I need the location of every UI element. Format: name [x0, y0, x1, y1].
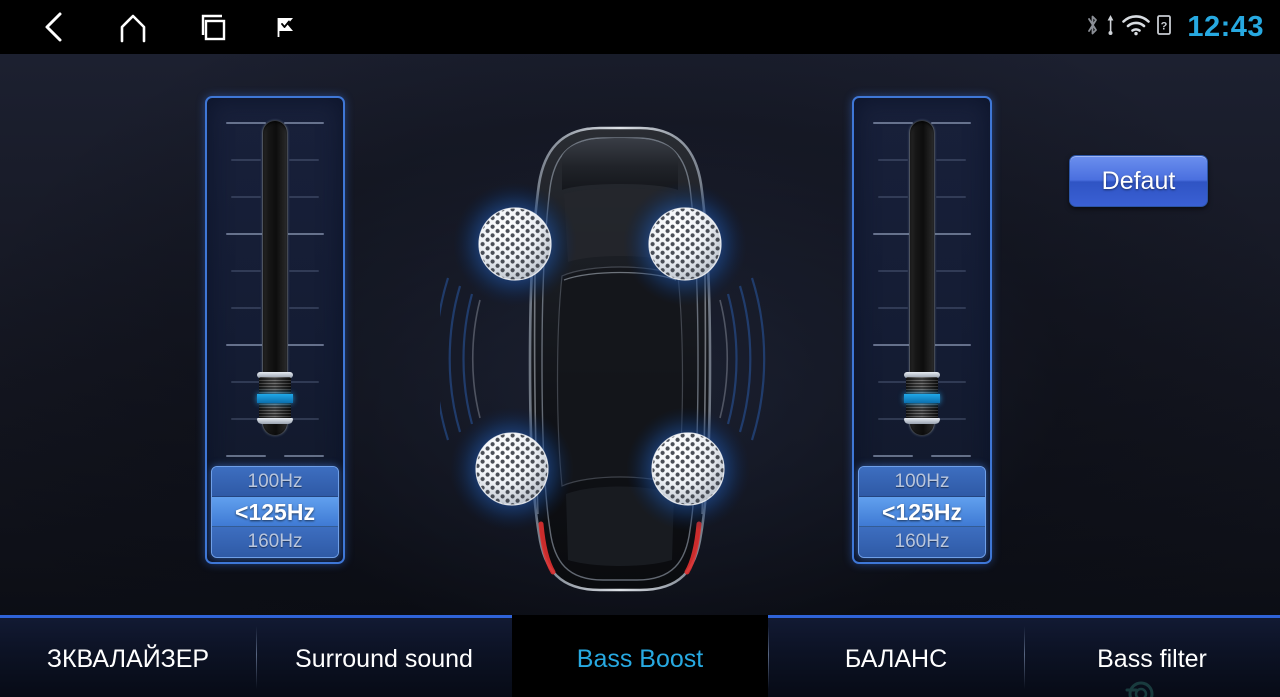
tab-equalizer[interactable]: ЗКВАЛАЙЗЕР: [0, 615, 256, 697]
rear-freq-option-2[interactable]: 160Hz: [859, 527, 985, 557]
front-freq-option-0[interactable]: 100Hz: [212, 467, 338, 497]
default-button[interactable]: Defaut: [1069, 155, 1208, 207]
bass-boost-panel: 100Hz <125Hz 160Hz 100Hz <125Hz 160Hz De…: [0, 54, 1280, 615]
tab-surround-sound-label: Surround sound: [295, 645, 473, 673]
bluetooth-icon: [1085, 13, 1100, 42]
speaker-front-left: [453, 182, 577, 306]
tab-equalizer-label: ЗКВАЛАЙЗЕР: [46, 645, 210, 673]
status-indicators: ? 12:43: [1085, 0, 1264, 54]
speaker-front-right: [623, 182, 747, 306]
head-unit-screen: ? 12:43 100Hz <125Hz 160Hz 100Hz <125Hz …: [0, 0, 1280, 697]
car-speaker-diagram: [440, 94, 840, 614]
front-slider-thumb[interactable]: [257, 371, 293, 424]
usb-icon: [1105, 13, 1116, 42]
svg-text:?: ?: [1161, 20, 1168, 32]
speaker-rear-left: [450, 407, 574, 531]
tab-balance[interactable]: БАЛАНС: [768, 615, 1024, 697]
flag-icon[interactable]: [258, 0, 314, 54]
front-freq-option-2[interactable]: 160Hz: [212, 527, 338, 557]
tab-bass-boost-label: Bass Boost: [576, 645, 704, 673]
rear-slider-thumb[interactable]: [904, 371, 940, 424]
tab-bass-filter[interactable]: Bass filter: [1024, 615, 1280, 697]
front-freq-option-1[interactable]: <125Hz: [212, 497, 338, 527]
front-frequency-selector[interactable]: 100Hz <125Hz 160Hz: [211, 466, 339, 558]
rear-freq-option-0[interactable]: 100Hz: [859, 467, 985, 497]
front-slider-track-area[interactable]: [207, 98, 343, 480]
rear-slider-track-area[interactable]: [854, 98, 990, 480]
rear-frequency-selector[interactable]: 100Hz <125Hz 160Hz: [858, 466, 986, 558]
clock: 12:43: [1187, 10, 1264, 43]
status-bar: ? 12:43: [0, 0, 1280, 54]
speaker-rear-right: [626, 407, 750, 531]
tab-bass-filter-label: Bass filter: [1097, 645, 1207, 673]
wifi-icon: [1121, 13, 1151, 42]
rear-freq-option-1[interactable]: <125Hz: [859, 497, 985, 527]
tab-bass-boost[interactable]: Bass Boost: [512, 615, 768, 697]
sim-card-icon: ?: [1156, 14, 1172, 41]
tab-surround-sound[interactable]: Surround sound: [256, 615, 512, 697]
rear-bass-slider-panel[interactable]: 100Hz <125Hz 160Hz: [852, 96, 992, 564]
home-icon[interactable]: [105, 0, 161, 54]
bottom-tab-bar: ЗКВАЛАЙЗЕР Surround sound Bass Boost БАЛ…: [0, 615, 1280, 697]
back-icon[interactable]: [26, 0, 82, 54]
tab-balance-label: БАЛАНС: [844, 645, 948, 673]
recents-icon[interactable]: [186, 0, 242, 54]
front-bass-slider-panel[interactable]: 100Hz <125Hz 160Hz: [205, 96, 345, 564]
